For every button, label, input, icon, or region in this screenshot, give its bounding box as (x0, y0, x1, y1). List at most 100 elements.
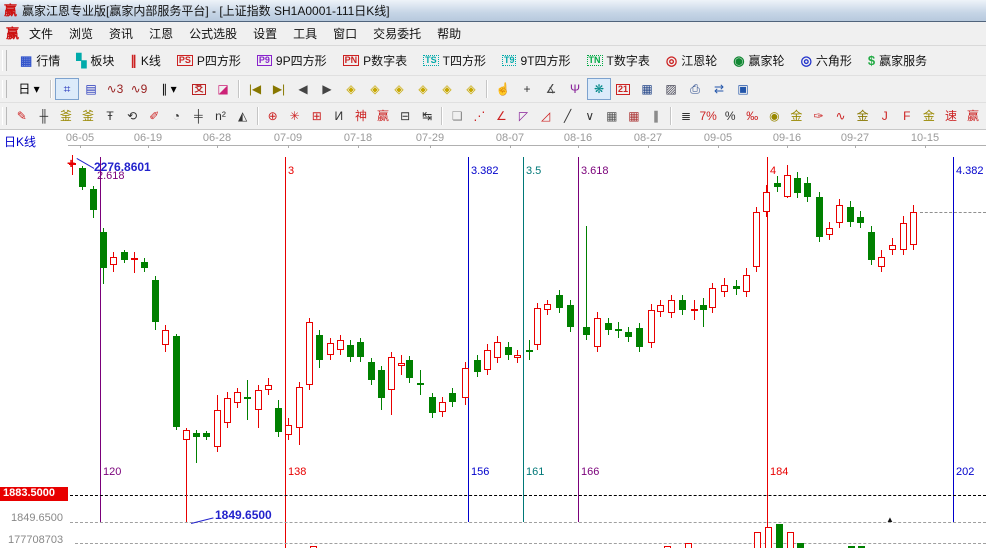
menu-item-tools[interactable]: 工具 (285, 22, 325, 45)
gold-circle-button[interactable]: ◉ (763, 105, 785, 127)
wave-3-button[interactable]: ∿3 (103, 78, 127, 100)
menu-items: 文件浏览资讯江恩公式选股设置工具窗口交易委托帮助 (21, 22, 469, 45)
time-cycle-button[interactable]: ◔ (165, 105, 187, 127)
f-angle-button[interactable]: F (896, 105, 918, 127)
costume-button[interactable]: Ψ (563, 78, 587, 100)
maze-analysis-button[interactable]: ❋ (587, 78, 611, 100)
circle-cross-button[interactable]: ⊕ (262, 105, 284, 127)
gann-wheel-button[interactable]: ◎江恩轮 (659, 49, 724, 72)
fan-box-button[interactable]: ◸ (512, 105, 534, 127)
brush-tool-button[interactable]: ✎ (11, 105, 33, 127)
rays-button[interactable]: ⋰ (468, 105, 490, 127)
first-page-button[interactable]: |◀ (243, 78, 267, 100)
p-square-button[interactable]: PSP四方形 (170, 49, 248, 72)
nine-p-square-button[interactable]: P99P四方形 (250, 49, 334, 72)
chip-pattern-button[interactable]: 爻 (187, 78, 211, 100)
menu-item-window[interactable]: 窗口 (325, 22, 365, 45)
comb-lines-button[interactable]: ╪ (187, 105, 209, 127)
menu-item-gann[interactable]: 江恩 (141, 22, 181, 45)
angle-fan-button[interactable]: ◭ (232, 105, 254, 127)
parallel-lines-button[interactable]: ∥ (645, 105, 667, 127)
angle-line-button[interactable]: ∠ (490, 105, 512, 127)
menu-item-news[interactable]: 资讯 (101, 22, 141, 45)
gann-lines-button[interactable]: ╫ (33, 105, 55, 127)
compress-bars-button[interactable]: ◈ (411, 78, 435, 100)
grid-123-button[interactable]: ⊟ (394, 105, 416, 127)
winner-wheel-button[interactable]: ◉赢家轮 (726, 49, 791, 72)
gold-levels-button[interactable]: 金 (785, 105, 807, 127)
candle-marker-button[interactable]: ✑ (807, 105, 829, 127)
square-grid-red-button[interactable]: ▦ (623, 105, 645, 127)
shift-left-button[interactable]: ◈ (339, 78, 363, 100)
square-n2-button[interactable]: n² (209, 105, 231, 127)
save-button[interactable]: ⎙ (683, 78, 707, 100)
volume-bar (685, 543, 692, 548)
menu-item-help[interactable]: 帮助 (429, 22, 469, 45)
wave-mark-button[interactable]: И (328, 105, 350, 127)
golden-section-button[interactable]: 釜 (55, 105, 77, 127)
volume-profile-button[interactable]: ◪ (211, 78, 235, 100)
j-angle-button[interactable]: J (874, 105, 896, 127)
fan-box-2-button[interactable]: ◿ (535, 105, 557, 127)
golden-section-2-button[interactable]: 釜 (77, 105, 99, 127)
trend-angle-button[interactable]: ╱ (557, 105, 579, 127)
nine-t-square-button[interactable]: T99T四方形 (495, 49, 578, 72)
candle-style-dropdown[interactable]: ∥ ▾ (151, 78, 187, 100)
workstation-button[interactable]: ▣ (731, 78, 755, 100)
percent-levels-button[interactable]: ‰ (741, 105, 763, 127)
remote-data-button[interactable]: ⇄ (707, 78, 731, 100)
check-lines-button[interactable]: ∨ (579, 105, 601, 127)
date-tick (288, 145, 289, 148)
menu-item-file[interactable]: 文件 (21, 22, 61, 45)
menu-item-settings[interactable]: 设置 (245, 22, 285, 45)
info-board-button[interactable]: ▤ (79, 78, 103, 100)
ying-tool-button[interactable]: 赢 (372, 105, 394, 127)
menu-item-trade-order[interactable]: 交易委托 (365, 22, 429, 45)
gold-angle-button[interactable]: 金 (918, 105, 940, 127)
winner-line-button[interactable]: 赢 (962, 105, 984, 127)
gold-levels-2-button[interactable]: 金 (852, 105, 874, 127)
t-number-table-button[interactable]: TNT数字表 (580, 49, 657, 72)
sine-wave-button[interactable]: ∿ (830, 105, 852, 127)
notepad-button[interactable]: ▨ (659, 78, 683, 100)
market-quotes-button[interactable]: ▦行情 (13, 49, 67, 72)
period-day-dropdown[interactable]: 日 ▾ (11, 78, 47, 100)
hexagon-button[interactable]: ◎六角形 (794, 49, 859, 72)
shift-right-button[interactable]: ◈ (363, 78, 387, 100)
shen-tool-button[interactable]: 神 (350, 105, 372, 127)
zoom-horizontal-button[interactable]: ◈ (387, 78, 411, 100)
layout-grid-button[interactable]: ❏ (446, 105, 468, 127)
percent-button[interactable]: % (719, 105, 741, 127)
wave-9-button[interactable]: ∿9 (127, 78, 151, 100)
prev-bar-button[interactable]: ◀ (291, 78, 315, 100)
chart-pen-button[interactable]: ✐ (143, 105, 165, 127)
fib-time-lines-button[interactable]: Ŧ (99, 105, 121, 127)
calendar-button[interactable]: 21 (611, 78, 635, 100)
menu-item-browse[interactable]: 浏览 (61, 22, 101, 45)
expand-bars-button[interactable]: ◈ (435, 78, 459, 100)
curve-overlay-button[interactable]: ⌗ (55, 78, 79, 100)
calculator-button[interactable]: ▦ (635, 78, 659, 100)
last-page-button[interactable]: ▶| (267, 78, 291, 100)
kline-button[interactable]: ∥K线 (123, 49, 168, 72)
gann-ratio-label: 4 (770, 166, 776, 177)
winner-service-button[interactable]: $赢家服务 (861, 49, 934, 72)
calculator-icon: ▦ (641, 83, 652, 95)
full-range-button[interactable]: ◈ (459, 78, 483, 100)
grid-target-button[interactable]: ⊞ (306, 105, 328, 127)
t-square-button[interactable]: TST四方形 (416, 49, 493, 72)
p-number-table-button[interactable]: PNP数字表 (336, 49, 415, 72)
square-grid-button[interactable]: ▦ (601, 105, 623, 127)
next-bar-button[interactable]: ▶ (315, 78, 339, 100)
percent-retrace-button[interactable]: 7% (697, 105, 719, 127)
hist-levels-button[interactable]: ≣ (675, 105, 697, 127)
angle-measure-button[interactable]: ∡ (539, 78, 563, 100)
speed-line-button[interactable]: 速 (940, 105, 962, 127)
spiral-button[interactable]: ⟲ (121, 105, 143, 127)
span-arrow-button[interactable]: ↹ (416, 105, 438, 127)
menu-item-formula-stock-picker[interactable]: 公式选股 (181, 22, 245, 45)
crosshair-button[interactable]: + (515, 78, 539, 100)
starburst-button[interactable]: ✳ (284, 105, 306, 127)
sector-blocks-button[interactable]: ▚板块 (69, 49, 121, 72)
hand-pan-button[interactable]: ☝ (491, 78, 515, 100)
